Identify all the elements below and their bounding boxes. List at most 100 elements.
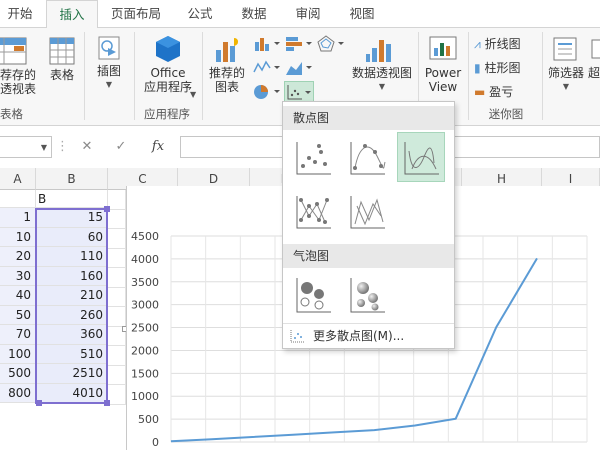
tab-view[interactable]: 视图 <box>340 0 384 28</box>
cell-b-header[interactable]: B <box>36 190 108 208</box>
hyperlink-button[interactable]: 超 <box>588 34 600 80</box>
radar-chart-button[interactable] <box>316 34 346 54</box>
sparkline-winloss-label: 盈亏 <box>489 85 514 99</box>
bar-chart-icon <box>286 37 312 51</box>
cell[interactable] <box>108 287 126 307</box>
pie-chart-icon <box>254 85 280 99</box>
chevron-down-icon: ▼ <box>190 90 197 99</box>
scatter-markers-icon <box>296 142 331 175</box>
cell[interactable] <box>108 209 126 229</box>
bar-chart-button[interactable] <box>284 34 314 54</box>
selection-range-b <box>36 206 110 406</box>
cell[interactable] <box>108 268 126 288</box>
recommended-pivot-table-button[interactable]: 荐存的 透视表 <box>0 34 40 96</box>
more-scatter-icon <box>290 330 304 343</box>
y-tick-label: 2500 <box>131 322 159 335</box>
power-view-label-2: View <box>428 80 458 94</box>
cell[interactable] <box>108 346 126 366</box>
office-apps-button[interactable]: Office 应用程序 <box>140 34 196 94</box>
tab-insert[interactable]: 插入 <box>46 0 98 29</box>
cell[interactable] <box>108 365 126 385</box>
ribbon-tab-bar: 开始 插入 页面布局 公式 数据 审阅 视图 <box>0 0 600 29</box>
pie-chart-button[interactable] <box>252 82 282 102</box>
table-label: 表格 <box>49 68 74 82</box>
bubble-option[interactable] <box>289 270 337 320</box>
pivot-label-1: 荐存的 <box>0 68 37 82</box>
tab-formulas[interactable]: 公式 <box>178 0 222 28</box>
scatter-smooth-markers-icon <box>350 142 386 175</box>
scatter-smooth-lines-option[interactable] <box>397 132 445 182</box>
chevron-down-icon: ▼ <box>378 82 386 91</box>
selection-handle[interactable] <box>104 206 110 212</box>
apps-group-label: 应用程序 <box>144 107 190 121</box>
filter-button[interactable]: 筛选器 ▼ <box>544 34 588 94</box>
chevron-down-icon: ▼ <box>40 143 47 152</box>
office-apps-icon <box>156 36 180 62</box>
cancel-formula-button[interactable]: ✕ <box>76 136 98 158</box>
scatter-straight-lines-markers-option[interactable] <box>289 186 337 236</box>
scatter-straight-markers-icon <box>296 196 331 229</box>
recommended-charts-button[interactable]: 推荐的 图表 <box>206 34 248 94</box>
scatter-straight-lines-option[interactable] <box>343 186 391 236</box>
formula-bar-grip-icon: ⋮ <box>56 139 69 154</box>
sparkline-winloss-button[interactable]: ▬ 盈亏 <box>474 82 513 102</box>
column-header-a[interactable]: A <box>0 168 36 190</box>
bubble-icon <box>296 278 331 313</box>
line-chart-icon <box>253 60 280 73</box>
filter-label: 筛选器 <box>547 66 584 80</box>
bubble-3d-option[interactable] <box>343 270 391 320</box>
y-tick-label: 4000 <box>131 253 159 266</box>
sparklines-group-label: 迷你图 <box>488 107 524 121</box>
pivot-chart-button[interactable]: 数据透视图 ▼ <box>350 34 414 94</box>
power-view-button[interactable]: Power View <box>422 34 464 94</box>
scatter-chart-icon <box>287 85 311 100</box>
radar-chart-icon <box>317 35 344 52</box>
tab-data[interactable]: 数据 <box>232 0 276 28</box>
table-button[interactable]: 表格 <box>44 34 80 82</box>
pivot-label-2: 透视表 <box>0 82 37 96</box>
cell[interactable] <box>108 190 126 210</box>
more-scatter-charts-item[interactable]: 更多散点图(M)... <box>283 324 454 348</box>
table-icon <box>49 37 75 65</box>
cell[interactable] <box>108 248 126 268</box>
cell[interactable] <box>108 385 126 405</box>
cell[interactable] <box>108 307 126 327</box>
y-tick-label: 1500 <box>131 367 159 380</box>
pivot-chart-icon <box>366 40 391 62</box>
tab-review[interactable]: 审阅 <box>286 0 330 28</box>
line-chart-button[interactable] <box>252 58 282 78</box>
y-tick-label: 3500 <box>131 276 159 289</box>
y-tick-label: 0 <box>152 436 159 449</box>
selection-handle[interactable] <box>104 400 110 406</box>
insert-function-button[interactable]: fx <box>146 136 170 158</box>
cell[interactable] <box>0 190 36 208</box>
sparkline-line-button[interactable]: ⩘ 折线图 <box>474 34 521 54</box>
y-tick-label: 500 <box>138 413 159 426</box>
enter-formula-button[interactable]: ✓ <box>110 136 132 158</box>
scatter-section-header: 散点图 <box>283 106 454 130</box>
scatter-only-markers-option[interactable] <box>289 132 337 182</box>
link-icon <box>591 39 600 59</box>
office-apps-label-2: 应用程序 <box>143 80 192 94</box>
name-box[interactable]: ▼ <box>0 136 52 158</box>
power-view-icon <box>429 36 457 60</box>
column-chart-button[interactable] <box>252 34 282 54</box>
scatter-smooth-lines-markers-option[interactable] <box>343 132 391 182</box>
cell[interactable] <box>108 229 126 249</box>
scatter-chart-dropdown: 散点图 气泡图 更多散点图(M)... <box>282 101 455 349</box>
pivot-table-icon <box>0 37 27 65</box>
illustrations-button[interactable]: 插图 ▼ <box>90 34 128 92</box>
scatter-straight-icon <box>350 196 385 229</box>
y-tick-label: 1000 <box>131 390 159 403</box>
chevron-down-icon: ▼ <box>562 82 570 91</box>
tab-page-layout[interactable]: 页面布局 <box>104 0 168 28</box>
scatter-chart-button[interactable] <box>284 81 314 103</box>
shapes-icon <box>98 36 120 60</box>
tab-home[interactable]: 开始 <box>2 0 38 28</box>
column-header-b[interactable]: B <box>36 168 108 190</box>
y-tick-label: 4500 <box>131 230 159 243</box>
selection-range-a <box>0 208 37 404</box>
sparkline-column-button[interactable]: ▮ 柱形图 <box>474 58 520 78</box>
selection-handle[interactable] <box>36 400 42 406</box>
area-chart-button[interactable] <box>284 58 314 78</box>
